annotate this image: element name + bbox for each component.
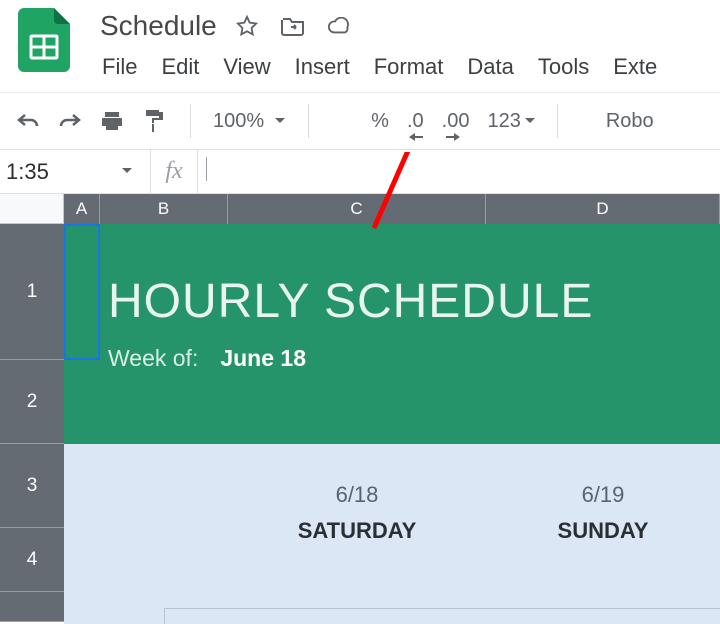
col-header-c[interactable]: C [228,194,486,224]
separator [557,104,558,138]
row-header-5[interactable] [0,592,64,622]
menu-file[interactable]: File [102,54,137,80]
name-box[interactable]: 1:35 [0,159,150,185]
format-percent[interactable]: % [371,110,389,133]
menu-bar: File Edit View Insert Format Data Tools … [100,54,720,80]
paint-format-icon[interactable] [140,107,168,135]
zoom-selector[interactable]: 100% [213,110,286,133]
row-header-3[interactable]: 3 [0,444,64,528]
select-all-corner[interactable] [0,194,64,224]
day-date-c: 6/18 [228,482,486,508]
schedule-title: HOURLY SCHEDULE [108,224,720,329]
active-cell-outline [64,224,100,360]
redo-icon[interactable] [56,107,84,135]
print-icon[interactable] [98,107,126,135]
menu-view[interactable]: View [223,54,270,80]
sheets-app-icon[interactable] [18,8,70,72]
banner-area[interactable]: HOURLY SCHEDULE Week of: June 18 [64,224,720,444]
font-selector[interactable]: Robo [606,110,654,133]
col-header-b[interactable]: B [100,194,228,224]
chevron-down-icon [525,118,535,125]
arrow-left-icon [409,133,423,141]
menu-data[interactable]: Data [467,54,513,80]
table-border [164,608,720,624]
menu-insert[interactable]: Insert [295,54,350,80]
cloud-status-icon[interactable] [327,14,351,38]
undo-icon[interactable] [14,107,42,135]
col-header-d[interactable]: D [486,194,720,224]
formula-input[interactable] [206,157,207,181]
more-formats[interactable]: 123 [487,110,534,133]
fx-label: fx [150,150,198,193]
document-title[interactable]: Schedule [100,10,217,42]
chevron-down-icon [122,168,132,175]
separator [190,104,191,138]
toolbar: 100% % .0 .00 123 Robo [0,93,720,149]
row-header-2[interactable]: 2 [0,360,64,444]
chevron-down-icon [274,117,286,125]
row-header-4[interactable]: 4 [0,528,64,592]
row-header-1[interactable]: 1 [0,224,64,360]
increase-decimal[interactable]: .00 [442,110,470,133]
menu-tools[interactable]: Tools [538,54,589,80]
col-header-a[interactable]: A [64,194,100,224]
menu-extensions[interactable]: Exte [613,54,657,80]
menu-format[interactable]: Format [374,54,444,80]
formula-bar: 1:35 fx [0,150,720,194]
week-of-label: Week of: [108,345,198,372]
day-header-area[interactable]: 6/18 SATURDAY 6/19 SUNDAY [64,444,720,624]
separator [308,104,309,138]
star-icon[interactable] [235,14,259,38]
decrease-decimal[interactable]: .0 [407,110,424,133]
move-folder-icon[interactable] [281,14,305,38]
week-of-date: June 18 [220,345,306,372]
zoom-value: 100% [213,110,264,133]
day-name-d: SUNDAY [486,518,720,544]
day-date-d: 6/19 [486,482,720,508]
menu-edit[interactable]: Edit [161,54,199,80]
arrow-right-icon [446,133,460,141]
day-name-c: SATURDAY [228,518,486,544]
